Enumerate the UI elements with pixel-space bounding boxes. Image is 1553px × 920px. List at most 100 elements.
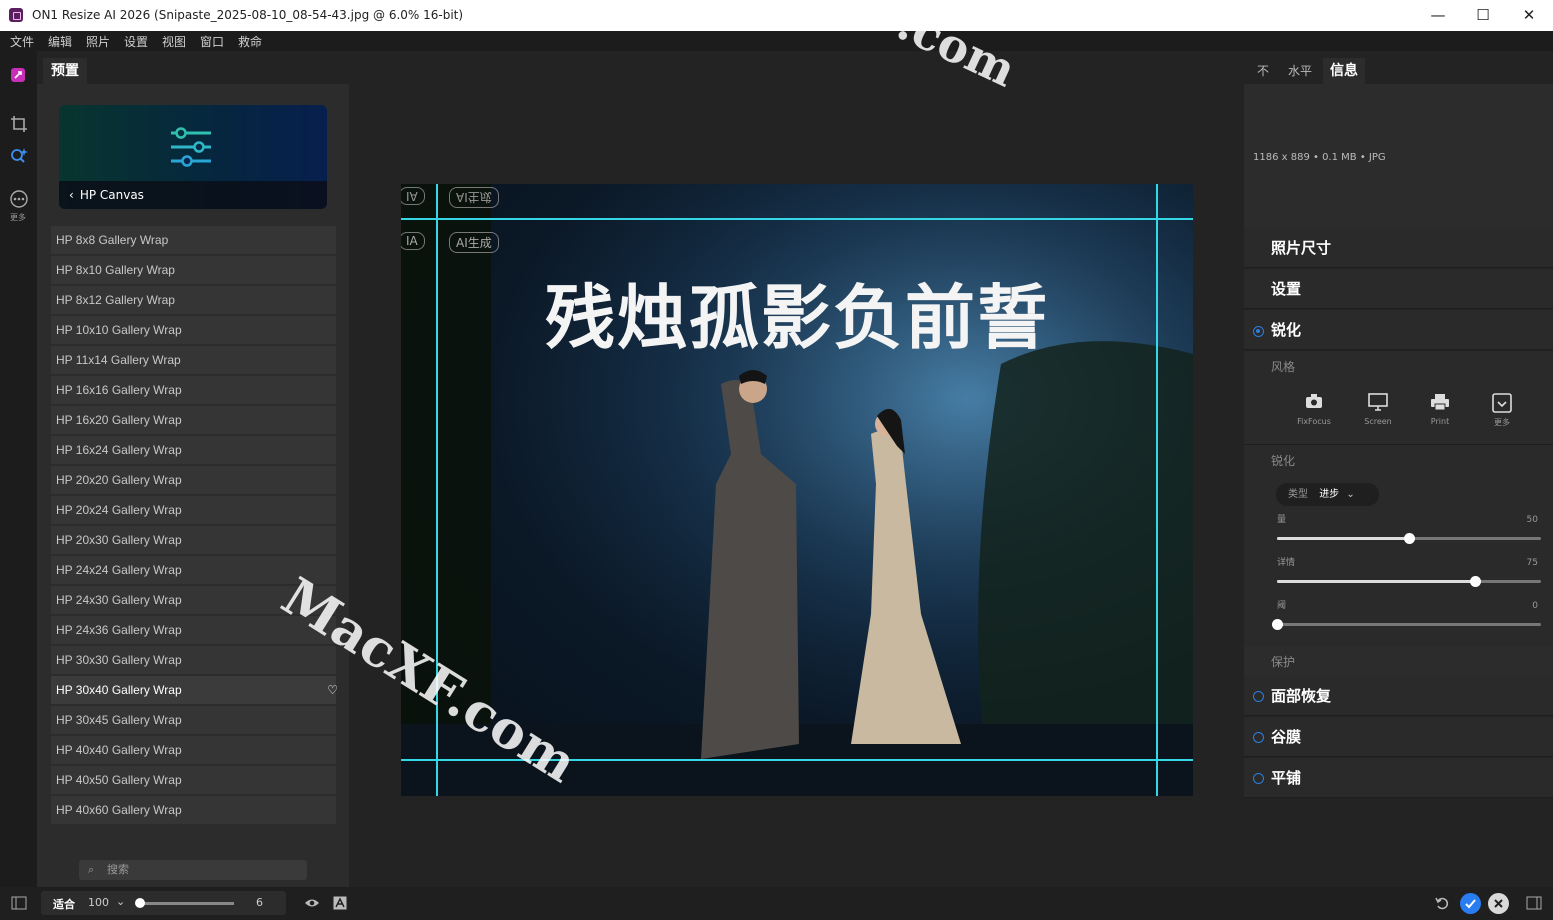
type-value: 进步 bbox=[1319, 489, 1340, 500]
category-back-button[interactable]: ‹ HP Canvas bbox=[59, 181, 327, 209]
style-fixfocus-button[interactable]: FixFocus bbox=[1294, 393, 1334, 435]
compare-icon[interactable] bbox=[333, 896, 347, 910]
section-sharpen[interactable]: 锐化 bbox=[1244, 310, 1553, 350]
check-icon bbox=[1465, 899, 1476, 909]
toggle-right-panel-icon[interactable] bbox=[1526, 896, 1542, 910]
crop-tool-icon[interactable] bbox=[9, 114, 29, 134]
ia-badge-mirrored: IA bbox=[401, 187, 425, 205]
preset-item[interactable]: HP 20x20 Gallery Wrap bbox=[51, 466, 336, 494]
preset-item[interactable]: HP 24x24 Gallery Wrap bbox=[51, 556, 336, 584]
menu-view[interactable]: 视图 bbox=[162, 33, 186, 50]
style-screen-button[interactable]: Screen bbox=[1358, 393, 1398, 435]
protect-row[interactable]: 保护 bbox=[1244, 646, 1553, 676]
preset-item-label: HP 24x24 Gallery Wrap bbox=[56, 563, 182, 577]
type-dropdown[interactable]: 类型 进步 ⌄ bbox=[1276, 483, 1379, 506]
tab-horizontal[interactable]: 水平 bbox=[1288, 58, 1312, 84]
style-more-label: 更多 bbox=[1494, 418, 1510, 427]
style-print-button[interactable]: Print bbox=[1420, 393, 1460, 435]
section-film-grain[interactable]: 谷膜 bbox=[1244, 717, 1553, 757]
close-button[interactable]: ✕ bbox=[1506, 4, 1552, 26]
slider-track[interactable] bbox=[1277, 533, 1541, 544]
more-tools-icon[interactable] bbox=[9, 189, 29, 209]
crop-guide-right[interactable] bbox=[1156, 184, 1158, 796]
menu-edit[interactable]: 编辑 bbox=[48, 33, 72, 50]
resize-tool-icon[interactable] bbox=[9, 66, 29, 86]
preset-item[interactable]: HP 30x40 Gallery Wrap ♡ bbox=[51, 676, 338, 704]
preset-item[interactable]: HP 8x10 Gallery Wrap bbox=[51, 256, 336, 284]
eye-icon[interactable] bbox=[304, 897, 320, 909]
slider-knob[interactable] bbox=[1470, 576, 1481, 587]
preset-item[interactable]: HP 16x16 Gallery Wrap bbox=[51, 376, 336, 404]
menu-window[interactable]: 窗口 bbox=[200, 33, 224, 50]
preset-item[interactable]: HP 20x30 Gallery Wrap bbox=[51, 526, 336, 554]
search-input[interactable]: ⌕ 搜索 bbox=[79, 860, 307, 880]
menu-settings[interactable]: 设置 bbox=[124, 33, 148, 50]
zoom-slider-value: 6 bbox=[256, 896, 263, 909]
menu-file[interactable]: 文件 bbox=[10, 33, 34, 50]
category-title: HP Canvas bbox=[79, 188, 144, 202]
ai-badge-mirrored: AI生成 bbox=[449, 187, 499, 208]
zoom-value[interactable]: 100 bbox=[88, 896, 109, 909]
preset-item[interactable]: HP 10x10 Gallery Wrap bbox=[51, 316, 336, 344]
menu-photo[interactable]: 照片 bbox=[86, 33, 110, 50]
preset-item[interactable]: HP 40x50 Gallery Wrap bbox=[51, 766, 336, 794]
preset-item[interactable]: HP 40x60 Gallery Wrap bbox=[51, 796, 336, 824]
menu-help[interactable]: 救命 bbox=[238, 33, 262, 50]
section-settings[interactable]: 设置 bbox=[1244, 269, 1553, 309]
film-grain-radio[interactable] bbox=[1253, 732, 1264, 743]
tab-presets[interactable]: 预置 bbox=[43, 58, 87, 84]
preset-item[interactable]: HP 8x8 Gallery Wrap bbox=[51, 226, 336, 254]
preset-item[interactable]: HP 20x24 Gallery Wrap bbox=[51, 496, 336, 524]
preset-item-label: HP 20x24 Gallery Wrap bbox=[56, 503, 182, 517]
apply-button[interactable] bbox=[1460, 893, 1481, 914]
preset-item[interactable]: HP 11x14 Gallery Wrap bbox=[51, 346, 336, 374]
zoom-dropdown-icon[interactable]: ⌄ bbox=[116, 895, 125, 908]
tiling-radio[interactable] bbox=[1253, 773, 1264, 784]
preset-item[interactable]: HP 16x20 Gallery Wrap bbox=[51, 406, 336, 434]
preset-item[interactable]: HP 40x40 Gallery Wrap bbox=[51, 736, 336, 764]
section-tiling[interactable]: 平铺 bbox=[1244, 758, 1553, 798]
slider-label: 阈 bbox=[1277, 601, 1287, 611]
slider-track[interactable] bbox=[1277, 576, 1541, 587]
app-icon bbox=[9, 8, 23, 22]
tab-none[interactable]: 不 bbox=[1257, 58, 1269, 84]
preset-category-card[interactable]: ‹ HP Canvas bbox=[59, 105, 327, 209]
style-more-button[interactable]: 更多 bbox=[1482, 393, 1522, 435]
toggle-left-panel-icon[interactable] bbox=[11, 896, 27, 910]
maximize-button[interactable]: ☐ bbox=[1460, 4, 1506, 26]
section-tiling-label: 平铺 bbox=[1271, 769, 1302, 787]
slider-knob[interactable] bbox=[1272, 619, 1283, 630]
cancel-button[interactable] bbox=[1488, 893, 1509, 914]
section-settings-label: 设置 bbox=[1271, 280, 1302, 298]
preset-item[interactable]: HP 30x30 Gallery Wrap bbox=[51, 646, 336, 674]
chevron-down-icon: ⌄ bbox=[1346, 489, 1355, 500]
preset-item[interactable]: HP 8x12 Gallery Wrap bbox=[51, 286, 336, 314]
sliders-icon bbox=[171, 127, 211, 167]
more-icon bbox=[1492, 393, 1512, 413]
tab-info[interactable]: 信息 bbox=[1323, 58, 1365, 84]
preset-item[interactable]: HP 16x24 Gallery Wrap bbox=[51, 436, 336, 464]
style-screen-label: Screen bbox=[1364, 417, 1392, 426]
fit-button[interactable]: 适合 bbox=[53, 896, 75, 912]
slider-knob[interactable] bbox=[1404, 533, 1415, 544]
reset-icon[interactable] bbox=[1434, 895, 1450, 911]
favorite-icon[interactable]: ♡ bbox=[327, 676, 338, 704]
crop-guide-top[interactable] bbox=[401, 218, 1193, 220]
chevron-left-icon: ‹ bbox=[69, 188, 74, 202]
preset-item-label: HP 40x60 Gallery Wrap bbox=[56, 803, 182, 817]
slider-fill bbox=[1277, 537, 1409, 540]
section-photo-size[interactable]: 照片尺寸 bbox=[1244, 228, 1553, 268]
zoom-slider[interactable] bbox=[135, 898, 234, 908]
slider-track[interactable] bbox=[1272, 619, 1541, 630]
refine-tool-icon[interactable] bbox=[9, 146, 29, 166]
minimize-button[interactable]: — bbox=[1415, 4, 1461, 26]
slider-value: 75 bbox=[1526, 558, 1538, 568]
face-recovery-radio[interactable] bbox=[1253, 691, 1264, 702]
zoom-slider-knob[interactable] bbox=[135, 898, 145, 908]
sharpen-radio[interactable] bbox=[1253, 326, 1264, 337]
section-face-recovery[interactable]: 面部恢复 bbox=[1244, 676, 1553, 716]
preset-item-label: HP 16x20 Gallery Wrap bbox=[56, 413, 182, 427]
preset-item[interactable]: HP 30x45 Gallery Wrap bbox=[51, 706, 336, 734]
preset-item-label: HP 8x12 Gallery Wrap bbox=[56, 293, 175, 307]
style-label: 风格 bbox=[1271, 360, 1296, 374]
